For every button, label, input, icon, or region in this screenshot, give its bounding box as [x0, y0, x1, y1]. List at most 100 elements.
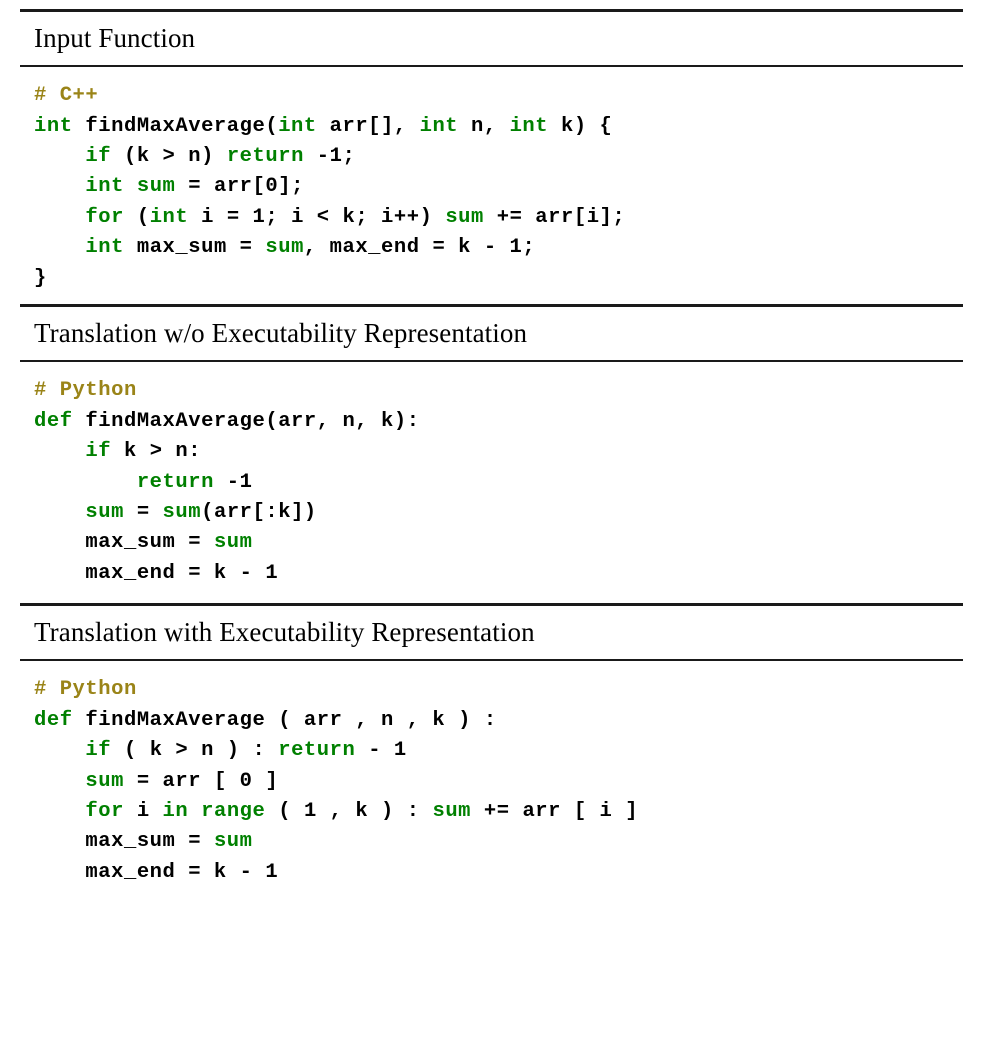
code-keyword: sum — [136, 175, 176, 199]
code-line: int sum = arr[0]; — [34, 172, 963, 202]
section-input-function: Input Function # C++ int findMaxAverage(i… — [20, 9, 963, 304]
code-keyword: sum — [213, 830, 253, 854]
code-keyword: return — [278, 739, 356, 763]
code-text: = arr [ 0 ] — [123, 769, 279, 793]
code-block-translation-without-exec: # Python def findMaxAverage(arr, n, k): i… — [20, 362, 963, 603]
code-line: for (int i = 1; i < k; i++) sum += arr[i… — [34, 203, 963, 233]
code-keyword: return — [136, 470, 214, 494]
code-text: -1 — [213, 470, 253, 494]
code-line: if ( k > n ) : return - 1 — [34, 736, 963, 766]
code-line: sum = sum(arr[:k]) — [34, 498, 963, 528]
code-line: int findMaxAverage(int arr[], int n, int… — [34, 112, 963, 142]
code-line: max_end = k - 1 — [34, 559, 963, 589]
code-text: i — [123, 800, 163, 824]
code-text: n, — [458, 114, 510, 138]
code-text: -1; — [303, 145, 356, 169]
code-text: max_end = k - 1 — [34, 561, 279, 585]
code-line: sum = arr [ 0 ] — [34, 767, 963, 797]
code-comment: # Python — [34, 379, 137, 403]
code-keyword: sum — [432, 800, 472, 824]
code-text: findMaxAverage ( arr , n , k ) : — [72, 708, 497, 732]
code-text: max_sum = — [34, 830, 214, 854]
code-text: findMaxAverage( — [72, 114, 279, 138]
code-translation-figure: Input Function # C++ int findMaxAverage(i… — [0, 9, 987, 1046]
section-title-input-function: Input Function — [34, 23, 196, 53]
code-keyword: sum — [213, 531, 253, 555]
code-comment: # C++ — [34, 84, 99, 108]
code-keyword: int — [278, 114, 317, 138]
code-keyword: int — [419, 114, 459, 138]
code-keyword: int — [509, 114, 549, 138]
code-text: arr[], — [316, 114, 420, 138]
code-line: def findMaxAverage(arr, n, k): — [34, 407, 963, 437]
code-text: (arr[:k]) — [201, 500, 317, 524]
code-keyword: sum — [445, 205, 484, 229]
code-line: } — [34, 264, 963, 294]
code-text: , max_end = k - 1; — [303, 236, 536, 260]
code-keyword: range — [201, 800, 266, 824]
code-line: int max_sum = sum, max_end = k - 1; — [34, 233, 963, 263]
code-keyword: int — [34, 114, 73, 138]
code-line: # Python — [34, 376, 963, 406]
code-keyword: sum — [265, 236, 304, 260]
code-keyword: if — [85, 145, 112, 169]
code-text: i = 1; i < k; i++) — [188, 205, 446, 229]
code-line: max_sum = sum — [34, 827, 963, 857]
code-keyword: for — [85, 800, 124, 824]
code-text: k > n: — [111, 440, 202, 464]
code-text: max_end = k - 1 — [34, 860, 279, 884]
code-text: max_sum = — [123, 236, 266, 260]
code-comment: # Python — [34, 678, 137, 702]
code-line: # Python — [34, 675, 963, 705]
code-keyword: int — [85, 236, 124, 260]
code-text: ( 1 , k ) : — [265, 800, 433, 824]
code-keyword: if — [85, 739, 112, 763]
code-keyword: in — [162, 800, 189, 824]
code-keyword: sum — [162, 500, 202, 524]
code-text: } — [34, 266, 47, 290]
code-keyword: sum — [85, 500, 124, 524]
code-text: += arr[i]; — [483, 205, 626, 229]
section-translation-with-exec: Translation with Executability Represent… — [20, 603, 963, 888]
section-title-translation-with-exec: Translation with Executability Represent… — [34, 617, 535, 648]
code-text: - 1 — [355, 739, 407, 763]
code-keyword: int — [85, 175, 124, 199]
code-line: max_end = k - 1 — [34, 858, 963, 888]
code-text: ( k > n ) : — [111, 739, 279, 763]
code-keyword: return — [226, 145, 304, 169]
code-line: for i in range ( 1 , k ) : sum += arr [ … — [34, 797, 963, 827]
code-keyword: def — [34, 708, 73, 732]
code-line: if k > n: — [34, 437, 963, 467]
code-text: max_sum = — [34, 531, 214, 555]
code-text: findMaxAverage(arr, n, k): — [72, 409, 420, 433]
code-line: def findMaxAverage ( arr , n , k ) : — [34, 706, 963, 736]
code-text: = — [123, 500, 163, 524]
code-text: = arr[0]; — [175, 175, 304, 199]
code-text: (k > n) — [111, 145, 227, 169]
code-block-input-function: # C++ int findMaxAverage(int arr[], int n… — [20, 67, 963, 304]
comparison-table: Input Function # C++ int findMaxAverage(i… — [20, 9, 963, 888]
code-text: k) { — [548, 114, 613, 138]
code-line: return -1 — [34, 468, 963, 498]
code-line: if (k > n) return -1; — [34, 142, 963, 172]
section-translation-without-exec: Translation w/o Executability Representa… — [20, 304, 963, 603]
code-keyword: def — [34, 409, 73, 433]
code-keyword: for — [85, 205, 124, 229]
code-text: += arr [ i ] — [471, 800, 639, 824]
section-title-translation-without-exec: Translation w/o Executability Representa… — [34, 318, 528, 349]
code-keyword: if — [85, 440, 112, 464]
code-text: ( — [123, 205, 150, 229]
code-line: # C++ — [34, 81, 963, 111]
code-keyword: int — [149, 205, 189, 229]
